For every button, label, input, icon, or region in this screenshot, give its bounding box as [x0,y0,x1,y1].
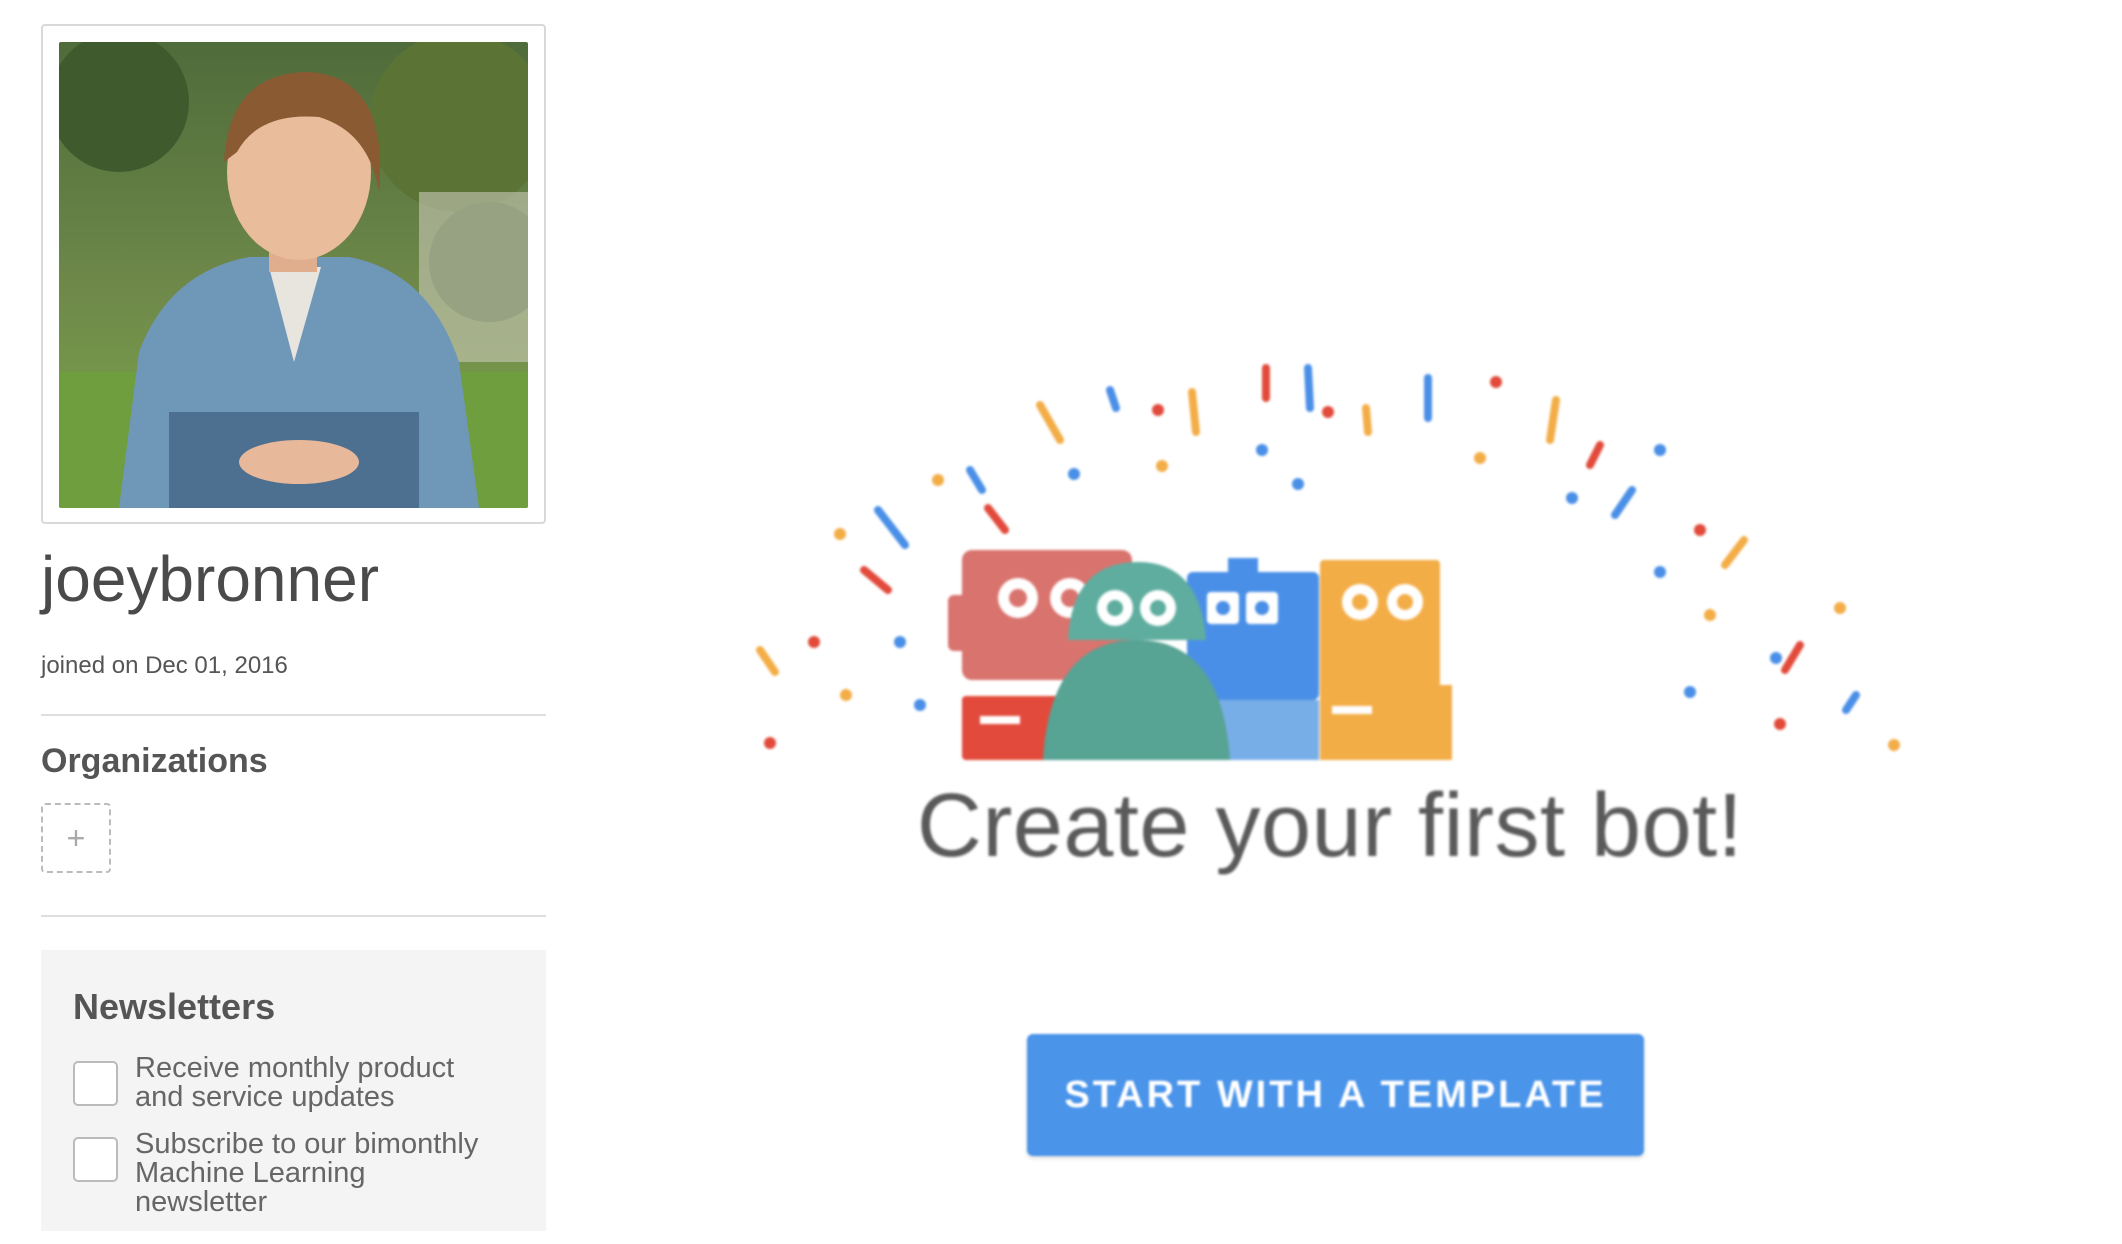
divider [41,714,546,717]
monthly-updates-checkbox[interactable] [73,1061,118,1107]
newsletters-title: Newsletters [73,986,276,1028]
profile-sidebar: joeybronner joined on Dec 01, 2016 Organ… [41,24,546,1232]
newsletter-label: Receive monthly product and service upda… [135,1052,455,1114]
avatar-frame [41,24,546,524]
plus-icon: + [66,819,86,856]
newsletter-option-ml: Subscribe to our bimonthly Machine Learn… [73,1130,514,1217]
newsletter-label: Subscribe to our bimonthly Machine Learn… [135,1128,479,1219]
username: joeybronner [41,543,379,615]
empty-state-headline: Create your first bot! [916,776,1744,876]
divider [41,915,546,918]
add-organization-button[interactable]: + [41,803,111,874]
joined-date: joined on Dec 01, 2016 [41,652,288,680]
avatar[interactable] [59,42,528,508]
newsletters-panel: Newsletters Receive monthly product and … [41,950,546,1232]
start-with-template-button[interactable]: START WITH A TEMPLATE [1027,1034,1644,1156]
ml-newsletter-checkbox[interactable] [73,1137,118,1183]
orange-robot [1320,560,1452,760]
newsletter-option-monthly: Receive monthly product and service upda… [73,1054,514,1112]
robots-illustration [756,364,1900,760]
empty-state: Create your first bot! START WITH A TEMP… [700,0,2122,1244]
organizations-title: Organizations [41,742,268,781]
